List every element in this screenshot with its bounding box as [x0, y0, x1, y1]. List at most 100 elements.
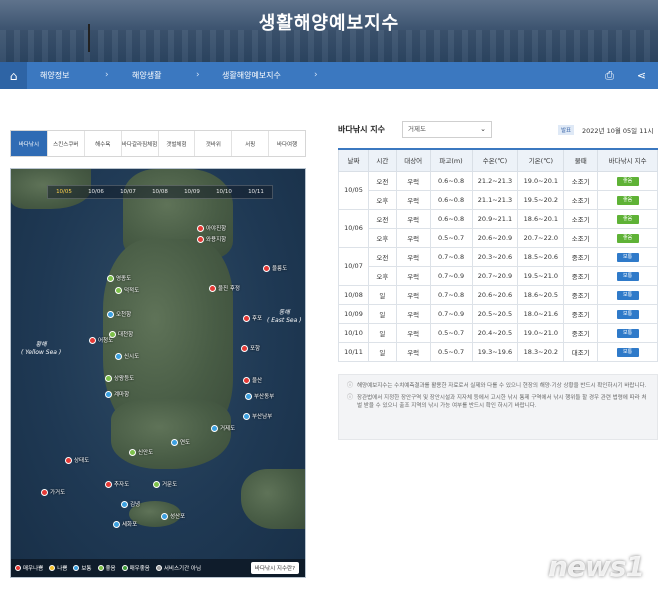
breadcrumb-ocean-life[interactable]: 해양생활 — [132, 62, 161, 89]
region-select[interactable]: 거제도 ⌄ — [402, 121, 492, 138]
table-cell-time: 오후 — [367, 189, 397, 210]
table-row: 10/06 오전 우럭 0.6~0.8 20.9~21.1 18.6~20.1 소조기 좋음 — [338, 208, 658, 248]
date-tab[interactable]: 10/08 — [144, 186, 176, 198]
table-cell-water: 21.1~21.3 — [471, 189, 519, 210]
column-header: 물때 — [563, 148, 599, 172]
table-cell-time: 오후 — [367, 227, 397, 248]
print-icon[interactable]: ⎙ — [596, 62, 623, 89]
index-info-button[interactable]: 바다낚시 지수란? — [250, 562, 299, 574]
forecast-table: 날짜 시간 대상어 파고(m) 수온(℃) 기온(℃) 물때 바다낚시 지수 1… — [338, 148, 658, 362]
legend-dot-icon — [121, 565, 128, 571]
station-marker-icon[interactable] — [113, 521, 120, 528]
station-marker-icon[interactable] — [121, 501, 128, 508]
station-marker-icon[interactable] — [129, 449, 136, 456]
breadcrumb-forecast-index[interactable]: 생활해양예보지수 — [222, 62, 281, 89]
legend-label: 매우좋음 — [129, 566, 150, 572]
station-marker-icon[interactable] — [161, 513, 168, 520]
date-tab[interactable]: 10/05 — [48, 186, 80, 198]
legend-item: 보통 — [73, 564, 92, 572]
table-cell-time: 오후 — [367, 265, 397, 286]
table-cell-wave: 0.7~0.8 — [429, 246, 473, 267]
index-header: 바다낚시 지수 거제도 ⌄ 발표 2022년 10월 05일 11시 — [338, 121, 658, 139]
station-marker-icon[interactable] — [107, 311, 114, 318]
station-marker-icon[interactable] — [105, 375, 112, 382]
date-tab[interactable]: 10/07 — [112, 186, 144, 198]
date-selector: 10/05 10/06 10/07 10/08 10/09 10/10 10/1… — [47, 185, 273, 199]
station-marker-icon[interactable] — [241, 345, 248, 352]
activity-tabs: 바다낚시 스킨스쿠버 해수욕 바다갈라짐체험 갯벌체험 갯바위 서핑 바다여행 — [10, 130, 306, 157]
station-marker-icon[interactable] — [115, 287, 122, 294]
table-cell-index: 좋음 — [597, 189, 658, 210]
legend-item: 나쁨 — [49, 564, 67, 572]
station-marker-icon[interactable] — [209, 285, 216, 292]
announce-date: 2022년 10월 05일 11시 — [582, 127, 654, 135]
tab-sea-travel[interactable]: 바다여행 — [269, 131, 305, 156]
station-marker-icon[interactable] — [245, 393, 252, 400]
station-marker-icon[interactable] — [115, 353, 122, 360]
tab-sea-parting[interactable]: 바다갈라짐체험 — [122, 131, 159, 156]
station-marker-icon[interactable] — [263, 265, 270, 272]
forecast-map[interactable]: 10/05 10/06 10/07 10/08 10/09 10/10 10/1… — [10, 168, 306, 578]
date-tab[interactable]: 10/10 — [208, 186, 240, 198]
south-coast-land — [111, 399, 231, 469]
station-label: 오천항 — [116, 312, 132, 318]
tab-scuba[interactable]: 스킨스쿠버 — [48, 131, 85, 156]
legend-dot-icon — [155, 565, 162, 571]
tab-rock-fishing[interactable]: 갯바위 — [195, 131, 233, 156]
table-cell-date: 10/05 — [338, 170, 369, 210]
tab-sea-fishing[interactable]: 바다낚시 — [11, 131, 48, 156]
station-marker-icon[interactable] — [65, 457, 72, 464]
station-marker-icon[interactable] — [107, 275, 114, 282]
table-cell-water: 20.6~20.9 — [471, 227, 519, 248]
station-marker-icon[interactable] — [243, 413, 250, 420]
breadcrumb-ocean-info[interactable]: 해양정보 — [40, 62, 69, 89]
table-cell-tide: 중조기 — [563, 284, 599, 305]
table-row: 오후 우럭 0.7~0.9 20.7~20.9 19.5~21.0 중조기 보통 — [339, 265, 658, 286]
index-status-badge: 보통 — [616, 328, 639, 338]
table-cell-time: 오전 — [367, 208, 397, 229]
table-cell-water: 20.6~20.6 — [471, 284, 519, 305]
date-tab[interactable]: 10/09 — [176, 186, 208, 198]
date-tab[interactable]: 10/11 — [240, 186, 272, 198]
station-marker-icon[interactable] — [41, 489, 48, 496]
info-icon: ⓘ — [347, 394, 354, 401]
table-cell-fish: 우럭 — [395, 284, 431, 305]
station-marker-icon[interactable] — [197, 236, 204, 243]
station-label: 와용지항 — [206, 237, 227, 243]
station-marker-icon[interactable] — [211, 425, 218, 432]
station-marker-icon[interactable] — [197, 225, 204, 232]
table-cell-fish: 우럭 — [395, 208, 431, 229]
tab-beach[interactable]: 해수욕 — [85, 131, 122, 156]
date-tab[interactable]: 10/06 — [80, 186, 112, 198]
table-cell-index: 좋음 — [597, 227, 658, 248]
chevron-right-icon: › — [105, 70, 109, 80]
chevron-right-icon: › — [314, 70, 318, 80]
table-cell-index: 보통 — [597, 341, 658, 362]
announce-badge: 발표 — [558, 125, 575, 135]
table-cell-wave: 0.5~0.7 — [429, 341, 473, 362]
station-label: 계마항 — [114, 392, 130, 398]
table-cell-index: 보통 — [597, 284, 658, 305]
table-cell-date: 10/09 — [338, 303, 369, 324]
notice-box: ⓘ 해양예보지수는 수치예측결과를 활용한 자료로서 실제와 다를 수 있으니 현… — [338, 374, 658, 440]
table-cell-water: 21.2~21.3 — [471, 170, 519, 191]
table-row: 10/11 일 우럭 0.5~0.7 19.3~19.6 18.3~20.2 대조기 보통 — [338, 341, 658, 362]
station-marker-icon[interactable] — [171, 439, 178, 446]
station-marker-icon[interactable] — [243, 315, 250, 322]
table-cell-air: 19.5~21.0 — [517, 265, 565, 286]
table-body: 10/05 오전 우럭 0.6~0.8 21.2~21.3 19.0~20.1 소조기 좋음 오… — [338, 170, 658, 362]
share-icon[interactable]: ⋖ — [628, 62, 655, 89]
home-icon[interactable]: ⌂ — [0, 62, 27, 89]
legend-label: 좋음 — [105, 566, 116, 572]
tab-mudflat[interactable]: 갯벌체험 — [159, 131, 196, 156]
table-cell-index: 보통 — [597, 303, 658, 324]
station-marker-icon[interactable] — [243, 377, 250, 384]
index-title: 바다낚시 지수 — [338, 125, 385, 134]
tab-surfing[interactable]: 서핑 — [232, 131, 270, 156]
table-cell-water: 20.5~20.5 — [471, 303, 519, 324]
legend-label: 나쁨 — [57, 566, 68, 572]
station-marker-icon[interactable] — [105, 481, 112, 488]
station-marker-icon[interactable] — [105, 391, 112, 398]
station-marker-icon[interactable] — [153, 481, 160, 488]
station-marker-icon[interactable] — [89, 337, 96, 344]
